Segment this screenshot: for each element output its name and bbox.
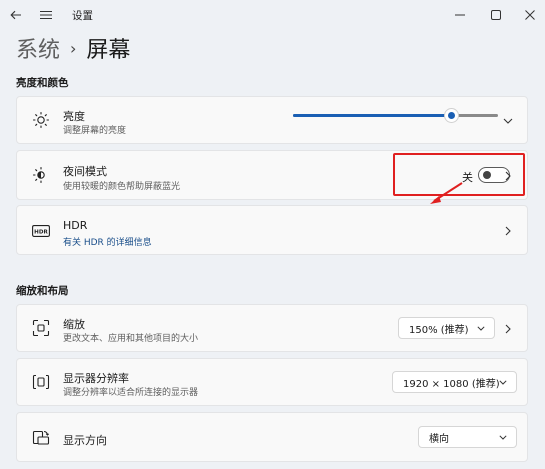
hamburger-menu-icon[interactable] xyxy=(36,4,56,26)
maximize-icon[interactable] xyxy=(486,4,506,26)
orientation-dropdown-value: 横向 xyxy=(429,433,449,445)
breadcrumb-parent[interactable]: 系统 xyxy=(16,32,60,64)
minimize-icon[interactable] xyxy=(450,4,470,26)
resolution-icon xyxy=(31,372,51,392)
sun-icon xyxy=(31,110,51,130)
breadcrumb: 系统 › 屏幕 xyxy=(16,31,130,65)
brightness-slider[interactable] xyxy=(293,108,498,123)
app-title: 设置 xyxy=(72,10,93,22)
night-light-desc: 使用较暖的颜色帮助屏蔽蓝光 xyxy=(63,182,181,192)
brightness-label: 亮度 xyxy=(63,110,85,123)
brightness-desc: 调整屏幕的亮度 xyxy=(63,126,127,136)
scale-desc: 更改文本、应用和其他项目的大小 xyxy=(63,334,199,344)
chevron-right-icon[interactable] xyxy=(502,323,514,335)
section-title-brightness-color: 亮度和颜色 xyxy=(16,77,69,89)
chevron-right-icon[interactable] xyxy=(502,225,514,237)
back-arrow-icon[interactable] xyxy=(6,4,26,26)
orientation-card: 显示方向 横向 xyxy=(16,412,528,462)
orientation-dropdown[interactable]: 横向 xyxy=(418,426,517,448)
page-title: 屏幕 xyxy=(86,38,131,63)
breadcrumb-separator: › xyxy=(70,38,77,58)
resolution-desc: 调整分辨率以适合所连接的显示器 xyxy=(63,388,199,398)
resolution-dropdown-value: 1920 × 1080 (推荐) xyxy=(403,378,500,390)
chevron-down-icon xyxy=(476,323,486,333)
resolution-card: 显示器分辨率 调整分辨率以适合所连接的显示器 1920 × 1080 (推荐) xyxy=(16,358,528,406)
resolution-dropdown[interactable]: 1920 × 1080 (推荐) xyxy=(392,371,517,393)
scale-card: 缩放 更改文本、应用和其他项目的大小 150% (推荐) xyxy=(16,304,528,352)
brightness-card: 亮度 调整屏幕的亮度 xyxy=(16,96,528,144)
close-icon[interactable] xyxy=(520,4,540,26)
chevron-down-icon xyxy=(498,432,508,442)
chevron-down-icon[interactable] xyxy=(502,115,514,127)
night-light-icon xyxy=(31,165,51,185)
brightness-slider-thumb[interactable] xyxy=(443,108,459,123)
svg-text:HDR: HDR xyxy=(34,230,48,236)
title-bar: 设置 xyxy=(0,0,545,30)
orientation-label: 显示方向 xyxy=(63,434,107,447)
scale-label: 缩放 xyxy=(63,318,85,331)
scale-dropdown[interactable]: 150% (推荐) xyxy=(398,317,495,339)
orientation-icon xyxy=(31,428,51,448)
scale-icon xyxy=(31,318,51,338)
hdr-label: HDR xyxy=(63,219,88,232)
resolution-label: 显示器分辨率 xyxy=(63,372,129,385)
annotation-highlight-box xyxy=(393,153,525,196)
hdr-info-link[interactable]: 有关 HDR 的详细信息 xyxy=(63,235,152,248)
scale-dropdown-value: 150% (推荐) xyxy=(409,324,469,336)
brightness-slider-fill xyxy=(293,114,451,117)
section-title-scale-layout: 缩放和布局 xyxy=(16,285,69,297)
hdr-card[interactable]: HDR HDR 有关 HDR 的详细信息 xyxy=(16,205,528,255)
hdr-icon: HDR xyxy=(31,221,51,241)
chevron-down-icon xyxy=(498,377,508,387)
night-light-label: 夜间模式 xyxy=(63,165,107,178)
